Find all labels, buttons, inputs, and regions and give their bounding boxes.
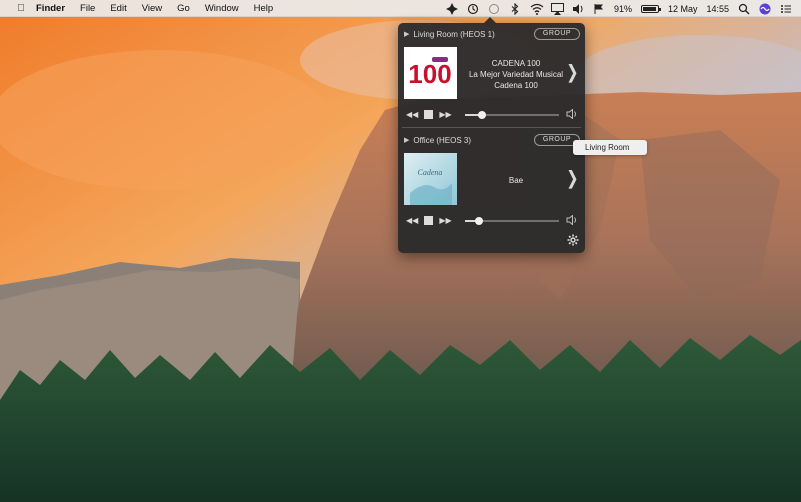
- volume-knob[interactable]: [477, 111, 486, 119]
- menu-file[interactable]: File: [80, 3, 95, 14]
- search-icon[interactable]: [738, 3, 750, 15]
- chevron-right-icon[interactable]: ❭: [565, 62, 580, 83]
- wifi-icon[interactable]: [530, 3, 544, 15]
- heos-popup-panel: ▶ Living Room (HEOS 1) GROUP 100 CADENA …: [398, 17, 585, 253]
- track-info: Bae: [460, 175, 572, 186]
- track-info: CADENA 100 La Mejor Variedad Musical Cad…: [460, 58, 572, 91]
- battery-percent[interactable]: 91%: [614, 4, 632, 14]
- menubar-date[interactable]: 12 May: [668, 4, 698, 14]
- zone-divider: [402, 127, 581, 128]
- track-line-3: Cadena 100: [494, 81, 538, 90]
- playback-controls: ◀◀ ▶▶: [406, 108, 458, 120]
- menu-go[interactable]: Go: [177, 3, 190, 14]
- menu-bar:  Finder File Edit View Go Window Help 9…: [0, 0, 801, 17]
- zone-name: Office (HEOS 3): [413, 135, 472, 145]
- volume-icon[interactable]: [572, 3, 584, 15]
- notification-center-icon[interactable]: [780, 3, 792, 15]
- dnd-icon[interactable]: [488, 3, 500, 15]
- menu-window[interactable]: Window: [205, 3, 239, 14]
- zone-living-room: ▶ Living Room (HEOS 1) GROUP 100 CADENA …: [398, 27, 585, 127]
- next-track-icon[interactable]: ▶▶: [439, 110, 451, 119]
- artwork-text: 100: [408, 59, 451, 89]
- flag-icon[interactable]: [593, 3, 605, 15]
- playback-controls: ◀◀ ▶▶: [406, 214, 458, 226]
- previous-track-icon[interactable]: ◀◀: [406, 216, 418, 225]
- artwork-text: Cadena: [418, 168, 443, 177]
- tooltip: Living Room: [573, 140, 647, 155]
- zone-office: ▶ Office (HEOS 3) GROUP Cadena Bae ❭ ◀◀ …: [398, 133, 585, 233]
- next-track-icon[interactable]: ▶▶: [439, 216, 451, 225]
- disclosure-triangle-icon[interactable]: ▶: [404, 136, 409, 144]
- menu-view[interactable]: View: [142, 3, 162, 14]
- menubar-time[interactable]: 14:55: [706, 4, 729, 14]
- album-artwork[interactable]: 100: [404, 47, 457, 99]
- volume-knob[interactable]: [475, 217, 484, 225]
- speaker-icon[interactable]: [566, 108, 578, 122]
- menu-finder[interactable]: Finder: [36, 3, 65, 14]
- battery-fill: [642, 6, 656, 11]
- apple-icon[interactable]: : [14, 3, 28, 14]
- siri-icon[interactable]: [759, 3, 771, 15]
- zone-header[interactable]: ▶ Office (HEOS 3): [404, 133, 471, 147]
- zone-header[interactable]: ▶ Living Room (HEOS 1): [404, 27, 495, 41]
- track-line-2: La Mejor Variedad Musical: [468, 70, 564, 79]
- group-button[interactable]: GROUP: [534, 28, 580, 40]
- speaker-icon[interactable]: [566, 214, 578, 228]
- volume-slider[interactable]: [465, 217, 559, 225]
- heos-icon[interactable]: [445, 2, 458, 15]
- chevron-right-icon[interactable]: ❭: [565, 168, 580, 189]
- previous-track-icon[interactable]: ◀◀: [406, 110, 418, 119]
- disclosure-triangle-icon[interactable]: ▶: [404, 30, 409, 38]
- album-artwork[interactable]: Cadena: [404, 153, 457, 205]
- zone-name: Living Room (HEOS 1): [413, 29, 495, 39]
- battery-icon[interactable]: [640, 4, 661, 13]
- menu-edit[interactable]: Edit: [110, 3, 126, 14]
- time-machine-icon[interactable]: [467, 3, 479, 15]
- track-line-1: Bae: [508, 176, 524, 185]
- gear-icon[interactable]: [567, 234, 579, 249]
- volume-slider[interactable]: [465, 111, 559, 119]
- bluetooth-icon[interactable]: [509, 2, 521, 15]
- stop-icon[interactable]: [424, 215, 434, 225]
- stop-icon[interactable]: [424, 109, 434, 119]
- menu-help[interactable]: Help: [254, 3, 274, 14]
- airplay-icon[interactable]: [550, 2, 564, 15]
- status-area: 91% 12 May 14:55: [445, 0, 801, 17]
- track-line-1: CADENA 100: [491, 59, 541, 68]
